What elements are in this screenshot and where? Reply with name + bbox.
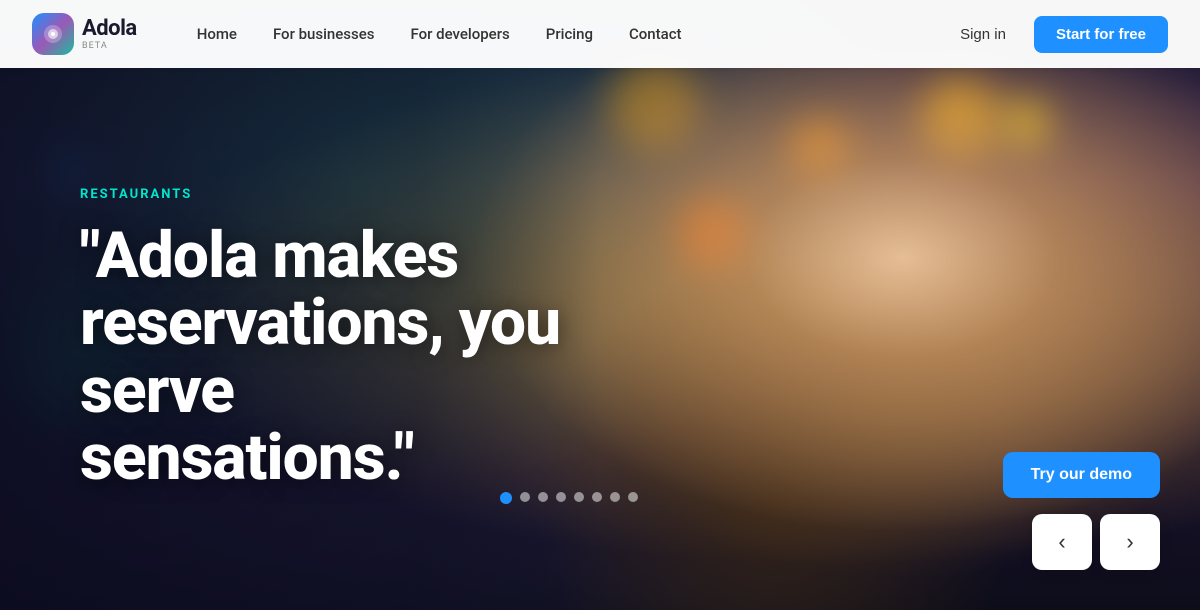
logo[interactable]: Adola BETA — [32, 13, 137, 55]
carousel-controls: ‹ › — [1032, 514, 1160, 570]
nav-for-businesses[interactable]: For businesses — [273, 25, 375, 43]
logo-name: Adola — [82, 18, 137, 40]
logo-icon — [32, 13, 74, 55]
nav-links: Home For businesses For developers Prici… — [197, 25, 948, 43]
signin-button[interactable]: Sign in — [948, 18, 1018, 51]
dot-8[interactable] — [628, 492, 638, 502]
start-free-button[interactable]: Start for free — [1034, 16, 1168, 53]
dot-2[interactable] — [520, 492, 530, 502]
dot-4[interactable] — [556, 492, 566, 502]
dot-1[interactable] — [500, 492, 512, 504]
logo-beta: BETA — [82, 42, 137, 51]
dot-5[interactable] — [574, 492, 584, 502]
dot-3[interactable] — [538, 492, 548, 502]
carousel-next-button[interactable]: › — [1100, 514, 1160, 570]
dot-6[interactable] — [592, 492, 602, 502]
hero-section: RESTAURANTS "Adola makes reservations, y… — [0, 0, 1200, 610]
logo-text: Adola BETA — [82, 18, 137, 51]
nav-home[interactable]: Home — [197, 25, 237, 43]
dot-7[interactable] — [610, 492, 620, 502]
hero-category: RESTAURANTS — [80, 187, 1200, 202]
nav-pricing[interactable]: Pricing — [546, 25, 593, 43]
hero-headline: "Adola makes reservations, you serve sen… — [80, 222, 580, 491]
carousel-dots — [500, 492, 638, 504]
chevron-left-icon: ‹ — [1058, 529, 1065, 555]
demo-button[interactable]: Try our demo — [1003, 452, 1160, 498]
navbar: Adola BETA Home For businesses For devel… — [0, 0, 1200, 68]
nav-contact[interactable]: Contact — [629, 25, 682, 43]
carousel-prev-button[interactable]: ‹ — [1032, 514, 1092, 570]
chevron-right-icon: › — [1126, 529, 1133, 555]
nav-for-developers[interactable]: For developers — [411, 25, 510, 43]
nav-actions: Sign in Start for free — [948, 16, 1168, 53]
hero-bottom-controls: Try our demo ‹ › — [1003, 452, 1160, 570]
